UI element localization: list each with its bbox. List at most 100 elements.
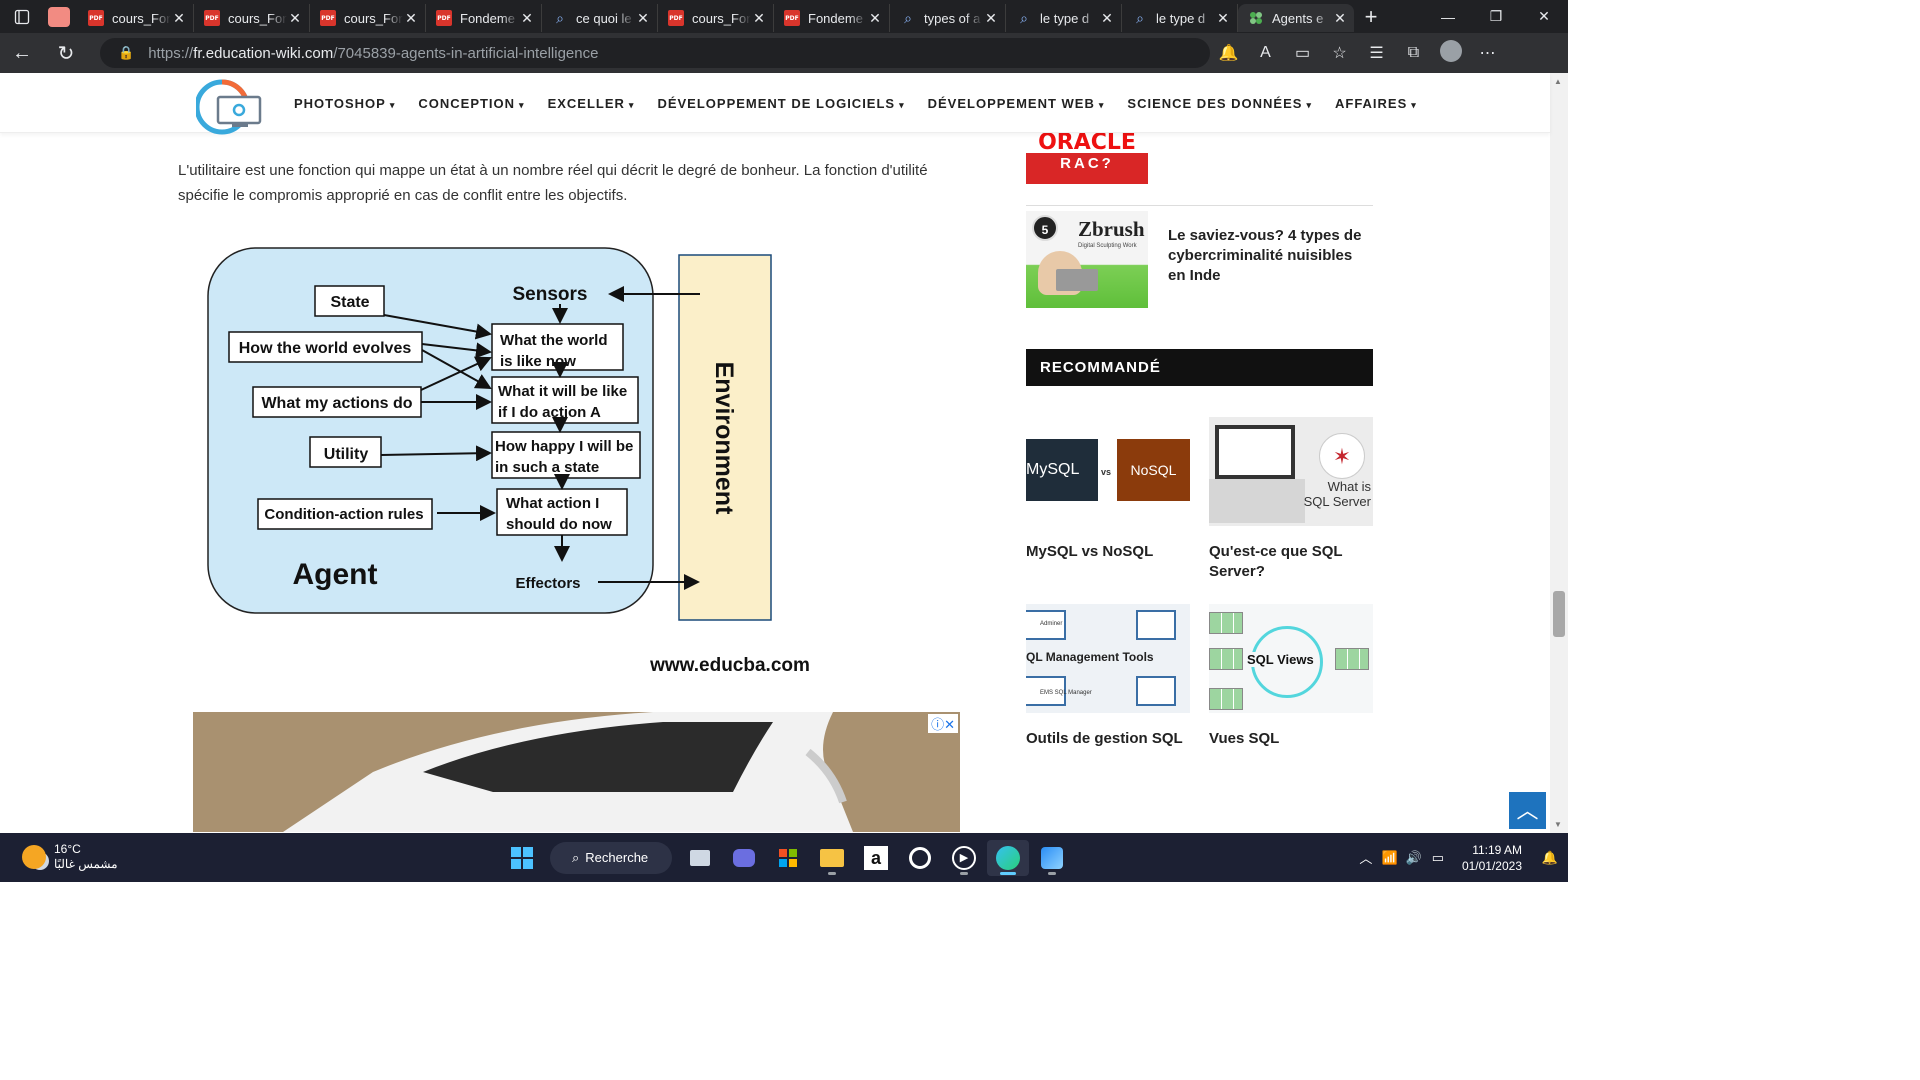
zbrush-logo-text: Zbrush	[1078, 217, 1145, 241]
close-tab-icon[interactable]: ✕	[171, 10, 187, 27]
close-tab-icon[interactable]: ✕	[983, 10, 999, 27]
scroll-up-arrow-icon[interactable]: ▲	[1554, 77, 1562, 86]
ad-close-icon[interactable]: ⓘ✕	[928, 714, 958, 733]
recommended-card-sql-server[interactable]: ✶ What is SQL Server Qu'est-ce que SQL Se…	[1209, 417, 1373, 582]
close-tab-icon[interactable]: ✕	[519, 10, 535, 27]
start-windows-icon[interactable]	[501, 840, 543, 876]
close-window-icon[interactable]: ✕	[1520, 8, 1568, 25]
sql-tools-thumbnail: Adminer QL Management Tools EMS SQL Mana…	[1026, 604, 1190, 713]
card-title[interactable]: Qu'est-ce que SQL Server?	[1209, 542, 1373, 582]
notification-bell-icon[interactable]: 🔔	[1538, 850, 1562, 866]
tab-label: cours_For	[692, 10, 751, 26]
page-scrollbar[interactable]: ▲ ▼	[1550, 73, 1568, 833]
minimize-icon[interactable]: —	[1424, 9, 1472, 25]
close-tab-icon[interactable]: ✕	[287, 10, 303, 27]
nav-item-conception[interactable]: CONCEPTION ▾	[418, 96, 524, 111]
volume-icon[interactable]: 🔊	[1402, 850, 1426, 866]
search-icon: ⌕	[1136, 9, 1144, 26]
card-title[interactable]: MySQL vs NoSQL	[1026, 542, 1190, 562]
browser-tab[interactable]: ⌕ ce quoi le ✕	[542, 4, 658, 32]
nav-item-dev-logiciels[interactable]: DÉVELOPPEMENT DE LOGICIELS ▾	[657, 96, 904, 111]
site-logo[interactable]	[194, 77, 266, 135]
browser-tab[interactable]: PDF cours_For ✕	[310, 4, 426, 32]
scroll-down-arrow-icon[interactable]: ▼	[1554, 820, 1562, 829]
zbrush-subtitle: Digital Sculpting Work	[1078, 243, 1137, 249]
browser-tab[interactable]: PDF cours_For ✕	[658, 4, 774, 32]
notification-icon[interactable]: 🔔	[1210, 43, 1247, 63]
pdf-icon: PDF	[320, 10, 336, 26]
media-player-icon[interactable]: ▶	[943, 840, 985, 876]
advertisement[interactable]: ⓘ✕	[193, 712, 960, 832]
card-title[interactable]: Vues SQL	[1209, 729, 1373, 749]
profile-avatar-icon[interactable]	[1432, 39, 1469, 67]
browser-tab[interactable]: ⌕ types of a ✕	[890, 4, 1006, 32]
more-menu-icon[interactable]: ⋯	[1469, 43, 1506, 63]
task-view-icon[interactable]	[679, 840, 721, 876]
nav-item-affaires[interactable]: AFFAIRES ▾	[1335, 96, 1417, 111]
close-tab-icon[interactable]: ✕	[867, 10, 883, 27]
maximize-icon[interactable]: ❐	[1472, 8, 1520, 25]
amazon-icon[interactable]: a	[855, 840, 897, 876]
chevron-down-icon: ▾	[519, 99, 525, 110]
photos-icon[interactable]	[1031, 840, 1073, 876]
taskbar-search[interactable]: ⌕ Recherche	[550, 841, 672, 874]
tab-actions-icon[interactable]	[0, 0, 44, 33]
browser-tab[interactable]: PDF cours_For ✕	[78, 4, 194, 32]
chevron-down-icon: ▾	[389, 99, 396, 110]
nav-item-photoshop[interactable]: PHOTOSHOP ▾	[294, 96, 395, 111]
microsoft-store-icon[interactable]	[767, 840, 809, 876]
taskbar-apps: ⌕ Recherche a ▶	[500, 833, 1074, 882]
back-arrow-icon[interactable]: ←	[0, 33, 44, 73]
browser-tab[interactable]: ⌕ le type d ✕	[1006, 4, 1122, 32]
scrollbar-thumb[interactable]	[1553, 591, 1565, 637]
close-tab-icon[interactable]: ✕	[751, 10, 767, 27]
browser-tab[interactable]: PDF Fondeme ✕	[774, 4, 890, 32]
recommended-card-sql-tools[interactable]: Adminer QL Management Tools EMS SQL Mana…	[1026, 604, 1190, 749]
wifi-icon[interactable]: 📶	[1378, 850, 1402, 866]
close-tab-icon[interactable]: ✕	[1215, 10, 1231, 27]
refresh-icon[interactable]: ↻	[44, 33, 88, 73]
read-aloud-icon[interactable]: A	[1247, 44, 1284, 62]
nav-item-science-donnees[interactable]: SCIENCE DES DONNÉES ▾	[1127, 96, 1312, 111]
favorites-icon[interactable]: ☰	[1358, 43, 1395, 63]
weather-widget[interactable]: 16°C مشمس غالبًا	[22, 842, 118, 872]
app-icon[interactable]	[899, 840, 941, 876]
file-explorer-icon[interactable]	[811, 840, 853, 876]
favorite-star-icon[interactable]: ☆	[1321, 43, 1358, 63]
pinned-tab[interactable]	[48, 6, 70, 27]
recommended-card-mysql[interactable]: MySQL vs NoSQL MySQL vs NoSQL	[1026, 417, 1190, 562]
oracle-rac-thumbnail[interactable]: ORACLE RAC?	[1026, 133, 1148, 184]
close-tab-icon[interactable]: ✕	[1332, 10, 1348, 27]
new-tab-icon[interactable]: +	[1354, 4, 1388, 30]
popular-post-link[interactable]: Le saviez-vous? 4 types de cybercriminal…	[1168, 226, 1368, 286]
nav-item-dev-web[interactable]: DÉVELOPPEMENT WEB ▾	[928, 96, 1105, 111]
action-now-line1: What action I	[506, 495, 599, 512]
tab-label: types of a	[924, 10, 981, 26]
battery-icon[interactable]: ▭	[1426, 850, 1450, 866]
recommended-card-sql-views[interactable]: SQL Views Vues SQL	[1209, 604, 1373, 749]
chevron-down-icon: ▾	[899, 99, 905, 110]
sql-server-image-text: What is SQL Server	[1304, 479, 1371, 509]
browser-tab[interactable]: PDF cours_For ✕	[194, 4, 310, 32]
card-title[interactable]: Outils de gestion SQL	[1026, 729, 1190, 749]
taskbar-clock[interactable]: 11:19 AM 01/01/2023	[1462, 842, 1522, 874]
chevron-down-icon: ▾	[628, 99, 635, 110]
laptop-illustration	[1056, 269, 1098, 291]
close-tab-icon[interactable]: ✕	[635, 10, 651, 27]
immersive-reader-icon[interactable]: ▭	[1284, 43, 1321, 63]
close-tab-icon[interactable]: ✕	[403, 10, 419, 27]
close-tab-icon[interactable]: ✕	[1099, 10, 1115, 27]
scroll-to-top-button[interactable]: ︿	[1509, 792, 1546, 829]
main-navigation: PHOTOSHOP ▾ CONCEPTION ▾ EXCELLER ▾ DÉVELOP…	[294, 73, 1440, 133]
edge-browser-icon[interactable]	[987, 839, 1029, 876]
zbrush-post-thumbnail[interactable]: 5 Zbrush Digital Sculpting Work	[1026, 211, 1148, 308]
chat-camera-icon[interactable]	[723, 840, 765, 876]
browser-tab[interactable]: ⌕ le type d ✕	[1122, 4, 1238, 32]
url-field[interactable]: 🔒 https://fr.education-wiki.com/7045839-…	[100, 38, 1210, 68]
collections-icon[interactable]: ⧉	[1395, 44, 1432, 62]
nav-label: AFFAIRES	[1334, 95, 1408, 111]
nav-item-exceller[interactable]: EXCELLER ▾	[548, 96, 635, 111]
browser-tab[interactable]: PDF Fondeme ✕	[426, 4, 542, 32]
browser-tab-active[interactable]: Agents e ✕	[1238, 4, 1354, 32]
tray-chevron-up-icon[interactable]: ︿	[1354, 848, 1378, 867]
